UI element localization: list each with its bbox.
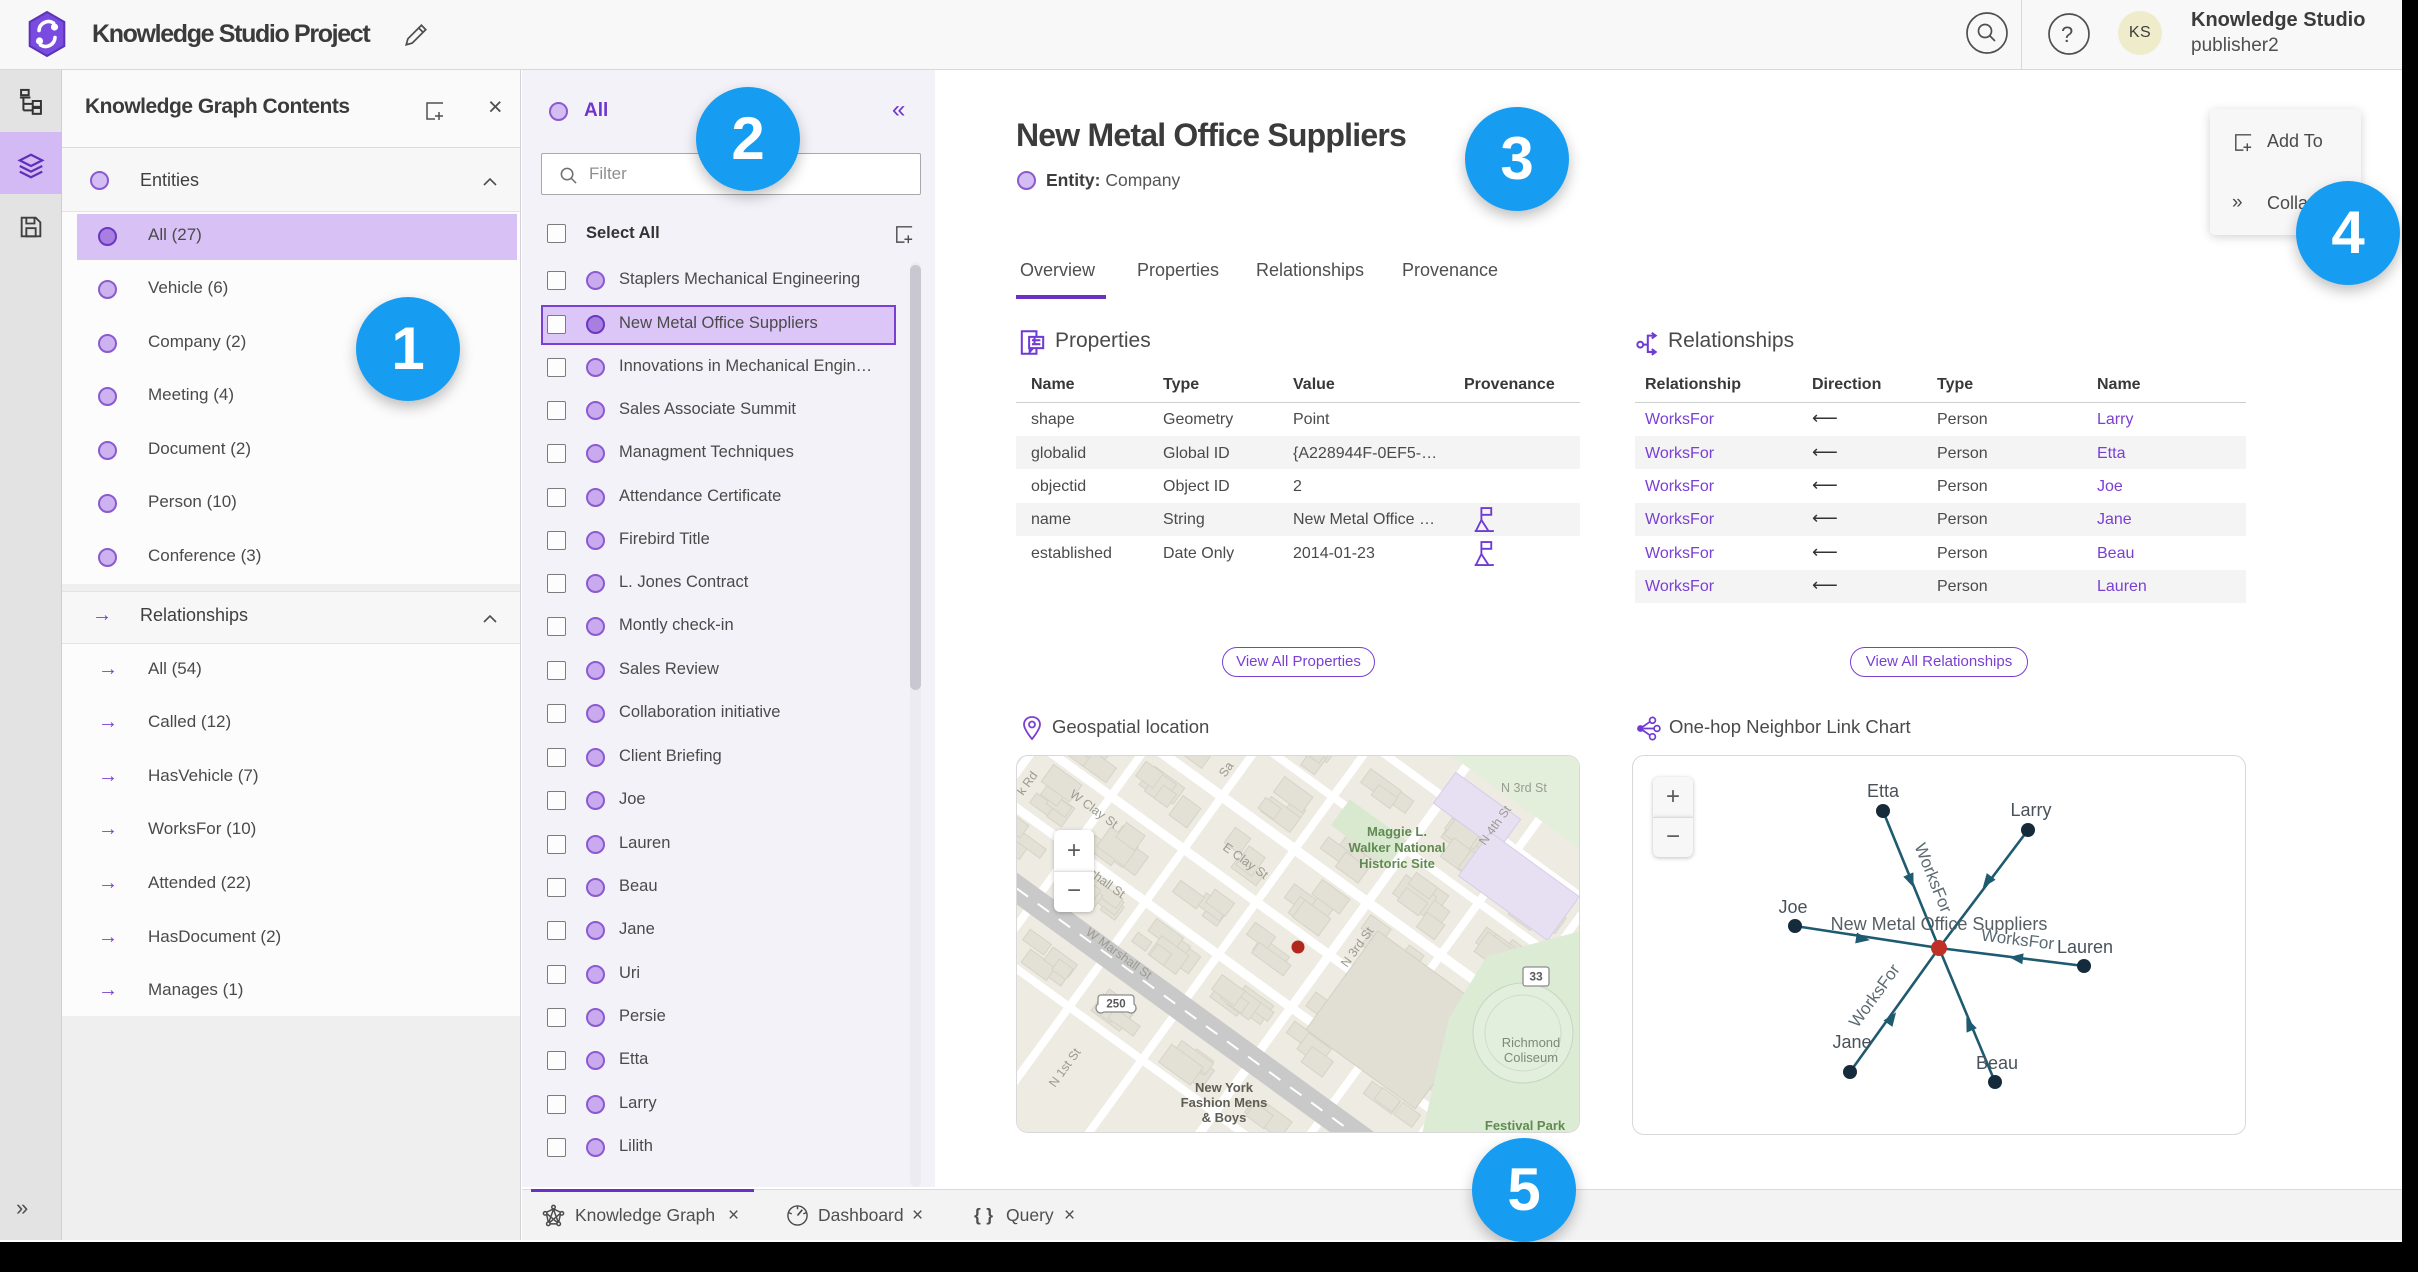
svg-text:& Boys: & Boys <box>1202 1110 1247 1125</box>
svg-text:Jane: Jane <box>1832 1032 1871 1052</box>
svg-text:WorksFor: WorksFor <box>1911 840 1956 915</box>
svg-text:Larry: Larry <box>2010 800 2051 820</box>
svg-text:WorksFor: WorksFor <box>1845 960 1904 1031</box>
svg-text:Maggie L.: Maggie L. <box>1367 824 1427 839</box>
svg-text:New York: New York <box>1195 1080 1254 1095</box>
svg-text:Festival Park: Festival Park <box>1485 1118 1566 1133</box>
svg-text:250: 250 <box>1106 999 1125 1011</box>
svg-text:Walker National: Walker National <box>1348 840 1445 855</box>
svg-text:Historic Site: Historic Site <box>1359 856 1435 871</box>
svg-text:Beau: Beau <box>1976 1053 2018 1073</box>
svg-text:Etta: Etta <box>1867 781 1900 801</box>
svg-text:Fashion Mens: Fashion Mens <box>1181 1095 1268 1110</box>
svg-text:N 3rd St: N 3rd St <box>1501 781 1547 795</box>
svg-text:Lauren: Lauren <box>2057 937 2113 957</box>
svg-text:Joe: Joe <box>1778 897 1807 917</box>
svg-text:33: 33 <box>1529 970 1543 984</box>
svg-text:Richmond: Richmond <box>1502 1035 1561 1050</box>
svg-text:Coliseum: Coliseum <box>1504 1050 1558 1065</box>
